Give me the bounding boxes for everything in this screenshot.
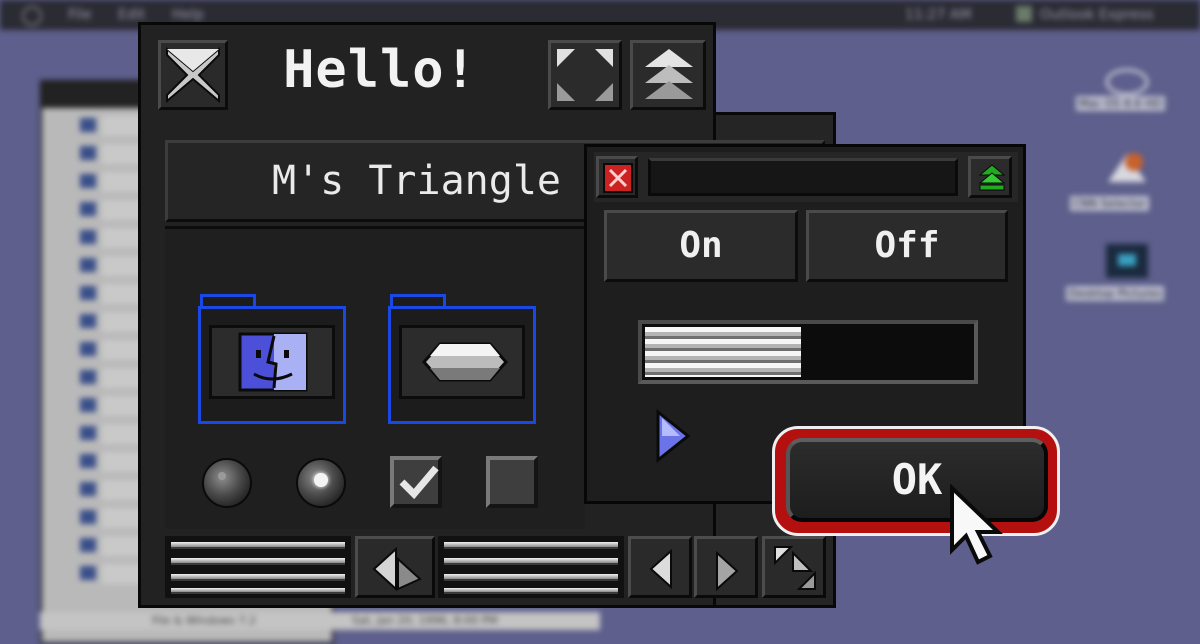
gem-folder[interactable] — [388, 306, 536, 424]
cnn-selector-icon[interactable] — [1104, 146, 1150, 186]
ok-button[interactable]: OK — [786, 438, 1048, 522]
window-title: Hello! — [283, 40, 477, 100]
collapse-box-button[interactable] — [630, 40, 706, 110]
folder-face — [209, 325, 335, 399]
mouse-pointer-icon — [950, 484, 1003, 565]
left-right-arrows-icon — [372, 547, 422, 591]
finder-face-icon — [238, 332, 308, 392]
status-date: Sat, Jan 20, 1996, 8:00 PM — [352, 614, 498, 627]
folder-face — [399, 325, 525, 399]
status-item: File & Windows 7.2 — [152, 614, 257, 627]
application-menu[interactable]: Outlook Express — [1040, 7, 1154, 23]
arrow-right-icon — [716, 551, 739, 591]
close-box-button[interactable] — [158, 40, 228, 110]
status-bar: File & Windows 7.2 Sat, Jan 20, 1996, 8:… — [40, 612, 600, 630]
resize-grow-box[interactable] — [762, 536, 826, 598]
scroll-thumb[interactable] — [355, 536, 435, 598]
name-field-text: M's Triangle G — [272, 158, 610, 204]
arrow-left-icon — [649, 549, 672, 589]
menu-file[interactable]: File — [68, 7, 91, 23]
checkbox-unchecked[interactable] — [486, 456, 538, 508]
green-collapse-icon — [978, 164, 1006, 191]
checkmark-icon — [399, 465, 439, 500]
horizontal-scrollbar-right[interactable] — [438, 536, 624, 598]
progress-fill — [645, 327, 802, 377]
progress-bar — [638, 320, 978, 384]
dialog-collapse-button[interactable] — [968, 156, 1012, 198]
on-button[interactable]: On — [604, 210, 798, 282]
application-icon[interactable] — [1016, 6, 1032, 22]
scroll-left-button[interactable] — [628, 536, 692, 598]
gem-icon — [421, 342, 509, 382]
disclosure-triangle-icon[interactable] — [654, 408, 694, 464]
off-button[interactable]: Off — [806, 210, 1008, 282]
scroll-right-button[interactable] — [694, 536, 758, 598]
close-box-icon — [603, 163, 633, 193]
dialog-close-button[interactable] — [596, 156, 638, 198]
zoom-box-button[interactable] — [548, 40, 622, 110]
dialog-title-field — [648, 158, 958, 196]
desktop-icon-label[interactable]: Mac OS 8.6 HD — [1076, 96, 1165, 111]
close-x-icon — [166, 46, 220, 104]
checkbox-checked[interactable] — [390, 456, 442, 508]
desktop-icon-label[interactable]: Desktop Pictures — [1066, 286, 1165, 301]
finder-folder[interactable] — [198, 306, 346, 424]
apple-menu-icon[interactable] — [22, 6, 42, 26]
radio-button-selected[interactable] — [296, 458, 346, 508]
folder-icon[interactable] — [1104, 240, 1150, 280]
zoom-icon — [557, 49, 613, 101]
horizontal-scrollbar-left[interactable] — [165, 536, 351, 598]
collapse-arrow-icon — [645, 49, 693, 99]
menu-help[interactable]: Help — [172, 7, 204, 23]
menubar-clock: 11:27 AM — [905, 7, 972, 23]
resize-icon — [774, 546, 816, 590]
menu-edit[interactable]: Edit — [118, 7, 145, 23]
radio-button-unselected[interactable] — [202, 458, 252, 508]
desktop-icon-label[interactable]: CNN Selector — [1070, 196, 1149, 211]
